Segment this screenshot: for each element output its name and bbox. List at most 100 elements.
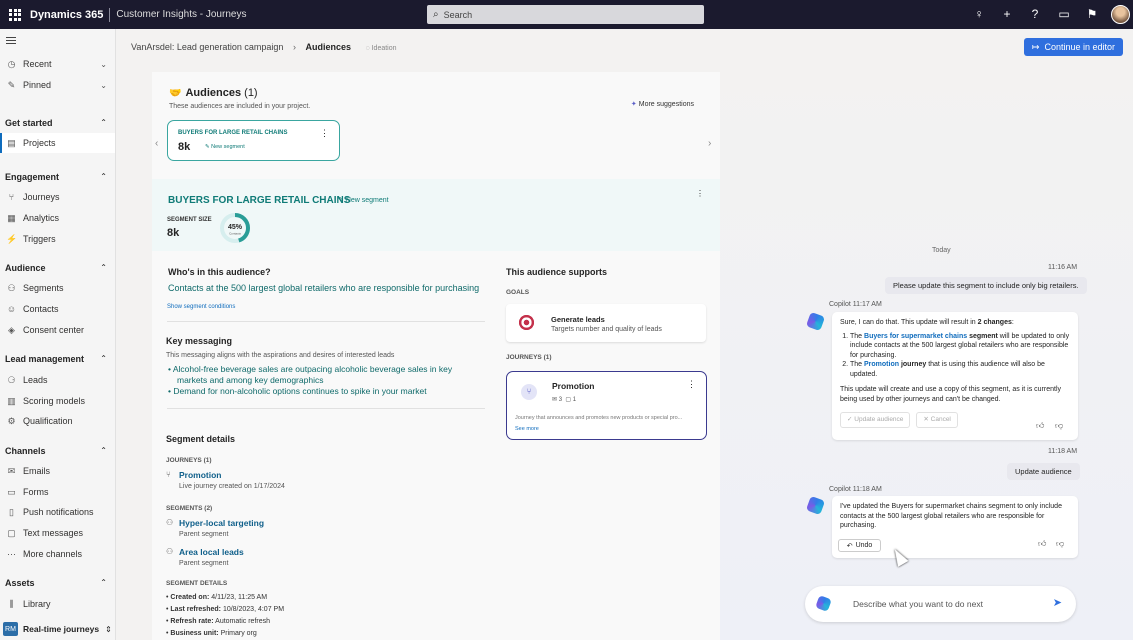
sidebar-item-projects[interactable]: ▤ Projects [0, 133, 115, 153]
detail-row: • Business unit: Primary org [166, 630, 257, 637]
sidebar-item-text-messages[interactable]: ▢ Text messages [0, 523, 115, 543]
lightbulb-icon[interactable]: ♀ [972, 7, 986, 21]
feedback-icon[interactable]: ⚑ [1085, 7, 1099, 21]
chevron-up-icon: ⌃ [100, 263, 107, 272]
nav-group-channels[interactable]: Channels ⌃ [5, 446, 111, 456]
search-input[interactable]: ⌕ Search [427, 5, 704, 24]
sidebar-item-scoring-models[interactable]: ▥ Scoring models [0, 391, 115, 411]
help-icon[interactable]: ? [1028, 7, 1042, 21]
sidebar-item-label: More channels [23, 549, 83, 559]
sidebar-item-more-channels[interactable]: ⋯ More channels [0, 544, 115, 564]
thumbs-up-icon[interactable]: 👍︎ [1036, 421, 1044, 431]
thumbs-down-icon[interactable]: 👎︎ [1056, 539, 1064, 549]
see-more-link[interactable]: See more [515, 426, 539, 432]
sidebar-item-forms[interactable]: ▭ Forms [0, 482, 115, 502]
sidebar-item-label: Qualification [23, 416, 73, 426]
copilot-label: Copilot 11:18 AM [829, 486, 882, 493]
search-icon: ⌕ [433, 9, 439, 20]
more-suggestions-button[interactable]: ✦ More suggestions [631, 100, 694, 108]
continue-in-editor-button[interactable]: ↦ Continue in editor [1023, 38, 1123, 56]
sidebar-item-triggers[interactable]: ⚡ Triggers [0, 229, 115, 249]
sidebar-item-leads[interactable]: ⚆ Leads [0, 370, 115, 390]
detail-key: Created on: [170, 594, 210, 601]
journeys-caption: JOURNEYS (1) [166, 457, 212, 464]
who-title: Who's in this audience? [168, 267, 271, 277]
app-name[interactable]: Customer Insights - Journeys [116, 9, 246, 20]
key-messaging-desc: This messaging aligns with the aspiratio… [166, 352, 395, 359]
sidebar-item-consent-center[interactable]: ◈ Consent center [0, 320, 115, 340]
segment-link[interactable]: Area local leads [179, 547, 244, 557]
nav-group-assets[interactable]: Assets ⌃ [5, 578, 111, 588]
chevron-down-icon: ⌄ [100, 59, 107, 69]
contacts-donut: 45% Contacts [220, 213, 250, 243]
list-item: • Alcohol-free beverage sales are outpac… [168, 364, 453, 374]
nav-group-get-started[interactable]: Get started ⌃ [5, 118, 111, 128]
bullet-text: Demand for non-alcoholic options continu… [173, 386, 427, 396]
segment-link[interactable]: Buyers for supermarket chains [864, 333, 967, 340]
new-segment-badge: ✎ New segment [338, 197, 389, 204]
nav-group-audience[interactable]: Audience ⌃ [5, 263, 111, 273]
sidebar-item-pinned[interactable]: ✎ Pinned ⌄ [0, 75, 115, 95]
segment-link[interactable]: Hyper-local targeting [179, 518, 264, 528]
update-audience-button[interactable]: ✓ Update audience [840, 412, 911, 428]
sidebar-item-library[interactable]: ⫼ Library [0, 594, 115, 614]
show-segment-conditions-link[interactable]: Show segment conditions [167, 304, 235, 310]
goal-card[interactable]: Generate leads Targets number and qualit… [506, 304, 706, 342]
chat-input[interactable]: Describe what you want to do next ➤ [805, 586, 1076, 622]
journey-title: Promotion [552, 381, 595, 391]
area-switcher[interactable]: RM Real-time journeys ⇕ [0, 618, 115, 640]
badge-label: New segment [211, 144, 245, 150]
nav-group-engagement[interactable]: Engagement ⌃ [5, 172, 111, 182]
sidebar-item-label: Consent center [23, 325, 85, 335]
detail-row: • Refresh rate: Automatic refresh [166, 618, 271, 625]
journey-icon: ⑂ [166, 470, 171, 479]
undo-button[interactable]: ↶ Undo [838, 539, 881, 552]
chevron-right-icon[interactable]: › [708, 138, 711, 149]
chevron-left-icon[interactable]: ‹ [155, 138, 158, 149]
journey-link[interactable]: Promotion [179, 470, 222, 480]
button-label: Cancel [930, 416, 951, 423]
audience-card[interactable]: BUYERS FOR LARGE RETAIL CHAINS 8k ✎ New … [167, 120, 340, 161]
hamburger-icon[interactable] [6, 37, 16, 46]
segment-icon: ⚇ [166, 518, 174, 527]
nav-group-lead-management[interactable]: Lead management ⌃ [5, 354, 111, 364]
send-icon[interactable]: ➤ [1053, 596, 1062, 609]
chat-icon[interactable]: ▭ [1057, 7, 1071, 21]
journey-link[interactable]: Promotion [864, 361, 899, 368]
journey-card[interactable]: ⑂ Promotion ✉ 3 ▢ 1 ⋮ Journey that annou… [506, 371, 707, 440]
thumbs-up-icon[interactable]: 👍︎ [1038, 539, 1046, 549]
journey-icon: ⑂ [521, 384, 537, 400]
sidebar-item-label: Journeys [23, 192, 60, 202]
sidebar-item-journeys[interactable]: ⑂ Journeys [0, 187, 115, 207]
sidebar-item-recent[interactable]: ◷ Recent ⌄ [0, 54, 115, 74]
sidebar-item-push-notifications[interactable]: ▯ Push notifications [0, 502, 115, 522]
clock-icon: ◷ [7, 58, 16, 69]
comment-icon: ▢ [565, 397, 572, 403]
brand-name[interactable]: Dynamics 365 [30, 9, 103, 21]
sidebar-item-label: Forms [23, 487, 49, 497]
chevron-up-icon: ⌃ [100, 118, 107, 127]
sidebar-item-label: Analytics [23, 213, 60, 223]
plus-icon[interactable]: + [1000, 7, 1014, 21]
sidebar-item-label: Emails [23, 466, 51, 476]
avatar[interactable] [1111, 5, 1130, 24]
more-options-icon[interactable]: ⋮ [687, 379, 696, 390]
cancel-button[interactable]: ✕ Cancel [916, 412, 958, 428]
sidebar-item-qualification[interactable]: ⚙ Qualification [0, 411, 115, 431]
sidebar-item-label: Segments [23, 283, 64, 293]
sidebar-item-emails[interactable]: ✉ Emails [0, 461, 115, 481]
sidebar-item-contacts[interactable]: ☺ Contacts [0, 299, 115, 319]
breadcrumb-parent[interactable]: VanArsdel: Lead generation campaign [131, 42, 283, 52]
detail-value: 10/8/2023, 4:07 PM [222, 606, 285, 613]
sidebar-item-segments[interactable]: ⚇ Segments [0, 278, 115, 298]
sidebar-item-analytics[interactable]: ▦ Analytics [0, 208, 115, 228]
copilot-icon [805, 495, 826, 516]
thumbs-down-icon[interactable]: 👎︎ [1055, 421, 1063, 431]
copilot-icon [805, 311, 826, 332]
arrow-right-icon: ↦ [1031, 41, 1040, 52]
breadcrumb-current: Audiences [305, 42, 351, 52]
app-launcher-icon[interactable] [9, 8, 21, 21]
more-options-icon[interactable]: ⋮ [320, 128, 329, 139]
more-options-icon[interactable]: ⋮ [696, 189, 704, 198]
goal-desc: Targets number and quality of leads [551, 326, 662, 333]
